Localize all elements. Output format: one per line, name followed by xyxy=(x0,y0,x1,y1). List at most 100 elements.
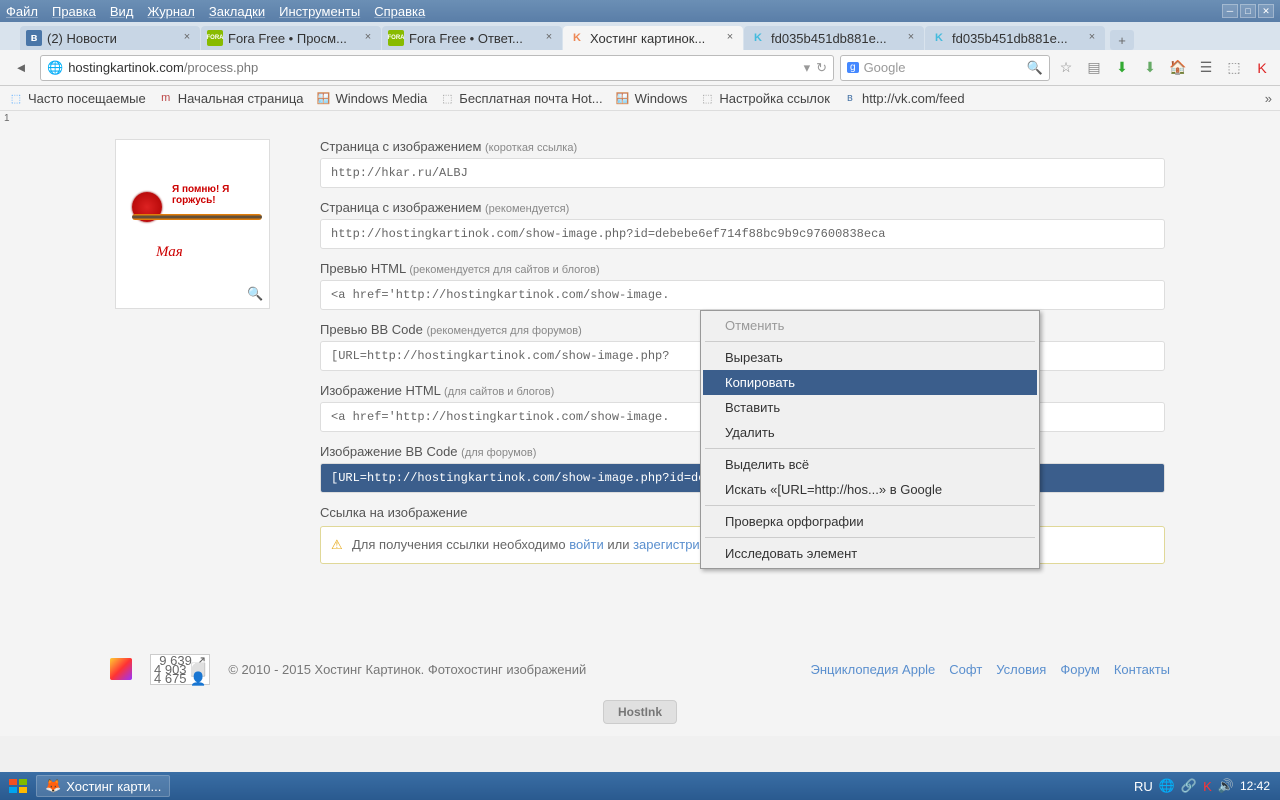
bookmark-item[interactable]: вhttp://vk.com/feed xyxy=(842,90,965,106)
bookmark-item[interactable]: 🪟Windows Media xyxy=(316,90,428,106)
ctx-delete[interactable]: Удалить xyxy=(703,420,1037,445)
notice-text-pre: Для получения ссылки необходимо xyxy=(352,537,569,552)
menu-file[interactable]: Файл xyxy=(6,4,38,19)
menu-icon[interactable]: ☰ xyxy=(1196,58,1216,78)
footer-links: Энциклопедия Apple Софт Условия Форум Контак… xyxy=(811,662,1170,677)
tab-title: Хостинг картинок... xyxy=(590,31,719,46)
start-button[interactable] xyxy=(4,775,32,797)
ctx-search-google[interactable]: Искать «[URL=http://hos...» в Google xyxy=(703,477,1037,502)
browser-tab[interactable]: Kfd035b451db881e...× xyxy=(744,26,924,50)
footer-link[interactable]: Софт xyxy=(949,662,982,677)
bookmark-icon: ⬚ xyxy=(439,90,455,106)
bookmarks-overflow[interactable]: » xyxy=(1265,91,1272,106)
tab-close-icon[interactable]: × xyxy=(904,31,918,45)
bookmark-item[interactable]: 🪟 Windows xyxy=(615,90,688,106)
bookmark-label: Часто посещаемые xyxy=(28,91,146,106)
tab-close-icon[interactable]: × xyxy=(361,31,375,45)
url-bar[interactable]: 🌐 hostingkartinok.com/process.php ▾ ↻ xyxy=(40,55,834,81)
browser-tab[interactable]: в(2) Новости× xyxy=(20,26,200,50)
ctx-spellcheck[interactable]: Проверка орфографии xyxy=(703,509,1037,534)
magnify-icon[interactable]: 🔍 xyxy=(247,286,263,302)
browser-tab[interactable]: FORAFora Free • Просм...× xyxy=(201,26,381,50)
bookmark-label: Начальная страница xyxy=(178,91,304,106)
menu-edit[interactable]: Правка xyxy=(52,4,96,19)
download-icon-2[interactable]: ⬇ xyxy=(1140,58,1160,78)
browser-tab[interactable]: Kfd035b451db881e...× xyxy=(925,26,1105,50)
image-thumbnail[interactable]: Я помню! Я горжусь! Мая 🔍 xyxy=(115,139,270,309)
bookmark-list-icon[interactable]: ▤ xyxy=(1084,58,1104,78)
bookmark-icon: 🪟 xyxy=(615,90,631,106)
bookmark-item[interactable]: mНачальная страница xyxy=(158,90,304,106)
bookmark-item[interactable]: ⬚Часто посещаемые xyxy=(8,90,146,106)
tab-favicon: K xyxy=(569,30,585,46)
tab-title: Fora Free • Ответ... xyxy=(409,31,538,46)
bookmark-label: Windows xyxy=(635,91,688,106)
star-icon[interactable]: ☆ xyxy=(1056,58,1076,78)
field-label: Превью HTML (рекомендуется для сайтов и … xyxy=(320,261,1165,276)
browser-tab[interactable]: K Хостинг картинок... × xyxy=(563,26,743,50)
page-footer: 9 639 ↗4 903 ⬜4 675 👤 © 2010 - 2015 Хост… xyxy=(0,648,1280,690)
kaspersky-icon[interactable]: K xyxy=(1252,58,1272,78)
page-content: 1 Я помню! Я горжусь! Мая 🔍 Страница с и… xyxy=(0,111,1280,736)
bookmark-label: Настройка ссылок xyxy=(719,91,830,106)
browser-tab[interactable]: FORAFora Free • Ответ...× xyxy=(382,26,562,50)
yandex-metrika-icon[interactable] xyxy=(110,658,132,680)
visitor-counter[interactable]: 9 639 ↗4 903 ⬜4 675 👤 xyxy=(150,654,210,685)
new-tab-button[interactable]: + xyxy=(1110,30,1134,50)
field-value[interactable]: http://hostingkartinok.com/show-image.ph… xyxy=(320,219,1165,249)
bookmark-item[interactable]: ⬚Настройка ссылок xyxy=(699,90,830,106)
footer-link[interactable]: Энциклопедия Apple xyxy=(811,662,936,677)
search-bar[interactable]: g Google 🔍 xyxy=(840,55,1050,81)
search-icon[interactable]: 🔍 xyxy=(1027,60,1043,76)
tray-kaspersky-icon[interactable]: K xyxy=(1203,779,1212,794)
bookmark-item[interactable]: ⬚Бесплатная почта Hot... xyxy=(439,90,602,106)
close-button[interactable]: ✕ xyxy=(1258,4,1274,18)
addon-icon[interactable]: ⬚ xyxy=(1224,58,1244,78)
warning-icon: ⚠ xyxy=(331,537,343,552)
tray-lang[interactable]: RU xyxy=(1134,779,1153,794)
tray-clock[interactable]: 12:42 xyxy=(1240,779,1270,793)
footer-link[interactable]: Форум xyxy=(1060,662,1100,677)
link-field: Страница с изображением (короткая ссылка… xyxy=(320,139,1165,188)
ctx-inspect[interactable]: Исследовать элемент xyxy=(703,541,1037,566)
download-icon[interactable]: ⬇ xyxy=(1112,58,1132,78)
field-value[interactable]: <a href='http://hostingkartinok.com/show… xyxy=(320,280,1165,310)
tab-close-icon[interactable]: × xyxy=(542,31,556,45)
globe-icon: 🌐 xyxy=(47,60,63,76)
minimize-button[interactable]: ─ xyxy=(1222,4,1238,18)
footer-link[interactable]: Контакты xyxy=(1114,662,1170,677)
ctx-copy[interactable]: Копировать xyxy=(703,370,1037,395)
menu-bookmarks[interactable]: Закладки xyxy=(209,4,265,19)
ctx-separator xyxy=(705,505,1035,506)
reload-icon[interactable]: ↻ xyxy=(816,60,827,76)
maximize-button[interactable]: □ xyxy=(1240,4,1256,18)
thumb-caption-1: Я помню! Я горжусь! xyxy=(172,184,255,206)
menu-tools[interactable]: Инструменты xyxy=(279,4,360,19)
bookmark-label: Windows Media xyxy=(336,91,428,106)
dropdown-icon[interactable]: ▾ xyxy=(804,60,811,76)
bookmark-label: http://vk.com/feed xyxy=(862,91,965,106)
menu-help[interactable]: Справка xyxy=(374,4,425,19)
system-tray: RU 🌐 🔗 K 🔊 12:42 xyxy=(1134,778,1276,794)
hostink-badge[interactable]: HostInk xyxy=(603,700,677,724)
tray-icon[interactable]: 🌐 xyxy=(1159,778,1175,794)
taskbar-app-firefox[interactable]: 🦊 Хостинг карти... xyxy=(36,775,170,797)
tab-close-icon[interactable]: × xyxy=(1085,31,1099,45)
footer-link[interactable]: Условия xyxy=(996,662,1046,677)
tab-close-icon[interactable]: × xyxy=(723,31,737,45)
tray-icon[interactable]: 🔗 xyxy=(1181,778,1197,794)
back-button[interactable]: ◄ xyxy=(8,55,34,81)
tab-close-icon[interactable]: × xyxy=(180,31,194,45)
field-value[interactable]: http://hkar.ru/ALBJ xyxy=(320,158,1165,188)
home-icon[interactable]: 🏠 xyxy=(1168,58,1188,78)
ctx-cut[interactable]: Вырезать xyxy=(703,345,1037,370)
tray-volume-icon[interactable]: 🔊 xyxy=(1218,778,1234,794)
login-link[interactable]: войти xyxy=(569,537,603,552)
copyright-text: © 2010 - 2015 Хостинг Картинок. Фотохост… xyxy=(228,662,586,677)
menu-view[interactable]: Вид xyxy=(110,4,134,19)
tab-favicon: FORA xyxy=(207,30,223,46)
ctx-select-all[interactable]: Выделить всё xyxy=(703,452,1037,477)
menu-journal[interactable]: Журнал xyxy=(147,4,194,19)
corner-number: 1 xyxy=(4,113,10,124)
ctx-paste[interactable]: Вставить xyxy=(703,395,1037,420)
